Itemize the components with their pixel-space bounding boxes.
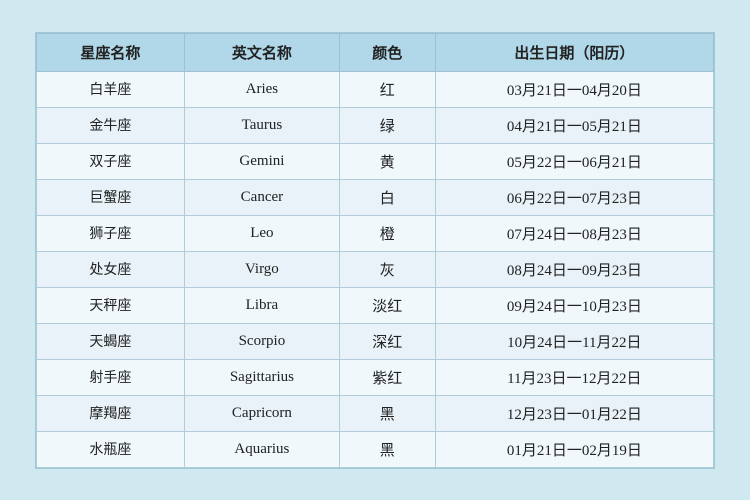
cell-chinese: 处女座 xyxy=(37,251,185,287)
cell-dates: 11月23日一12月22日 xyxy=(435,359,713,395)
cell-chinese: 射手座 xyxy=(37,359,185,395)
table-body: 白羊座Aries红03月21日一04月20日金牛座Taurus绿04月21日一0… xyxy=(37,71,714,467)
table-row: 狮子座Leo橙07月24日一08月23日 xyxy=(37,215,714,251)
table-row: 天秤座Libra淡红09月24日一10月23日 xyxy=(37,287,714,323)
cell-chinese: 水瓶座 xyxy=(37,431,185,467)
cell-english: Sagittarius xyxy=(184,359,339,395)
cell-chinese: 双子座 xyxy=(37,143,185,179)
cell-color: 黑 xyxy=(339,431,435,467)
table-row: 双子座Gemini黄05月22日一06月21日 xyxy=(37,143,714,179)
cell-dates: 09月24日一10月23日 xyxy=(435,287,713,323)
zodiac-table: 星座名称 英文名称 颜色 出生日期（阳历） 白羊座Aries红03月21日一04… xyxy=(36,33,714,468)
table-row: 巨蟹座Cancer白06月22日一07月23日 xyxy=(37,179,714,215)
cell-color: 淡红 xyxy=(339,287,435,323)
cell-dates: 06月22日一07月23日 xyxy=(435,179,713,215)
zodiac-table-container: 星座名称 英文名称 颜色 出生日期（阳历） 白羊座Aries红03月21日一04… xyxy=(35,32,715,469)
cell-dates: 08月24日一09月23日 xyxy=(435,251,713,287)
cell-color: 黄 xyxy=(339,143,435,179)
table-header-row: 星座名称 英文名称 颜色 出生日期（阳历） xyxy=(37,33,714,71)
cell-english: Cancer xyxy=(184,179,339,215)
col-header-english: 英文名称 xyxy=(184,33,339,71)
cell-english: Scorpio xyxy=(184,323,339,359)
cell-dates: 01月21日一02月19日 xyxy=(435,431,713,467)
cell-english: Gemini xyxy=(184,143,339,179)
cell-dates: 10月24日一11月22日 xyxy=(435,323,713,359)
cell-color: 白 xyxy=(339,179,435,215)
cell-color: 深红 xyxy=(339,323,435,359)
cell-dates: 03月21日一04月20日 xyxy=(435,71,713,107)
cell-dates: 04月21日一05月21日 xyxy=(435,107,713,143)
cell-chinese: 白羊座 xyxy=(37,71,185,107)
table-row: 摩羯座Capricorn黑12月23日一01月22日 xyxy=(37,395,714,431)
table-row: 白羊座Aries红03月21日一04月20日 xyxy=(37,71,714,107)
cell-color: 红 xyxy=(339,71,435,107)
cell-color: 绿 xyxy=(339,107,435,143)
cell-dates: 05月22日一06月21日 xyxy=(435,143,713,179)
cell-english: Aries xyxy=(184,71,339,107)
table-row: 金牛座Taurus绿04月21日一05月21日 xyxy=(37,107,714,143)
table-row: 处女座Virgo灰08月24日一09月23日 xyxy=(37,251,714,287)
cell-chinese: 金牛座 xyxy=(37,107,185,143)
table-row: 天蝎座Scorpio深红10月24日一11月22日 xyxy=(37,323,714,359)
col-header-dates: 出生日期（阳历） xyxy=(435,33,713,71)
cell-chinese: 天蝎座 xyxy=(37,323,185,359)
col-header-color: 颜色 xyxy=(339,33,435,71)
table-row: 射手座Sagittarius紫红11月23日一12月22日 xyxy=(37,359,714,395)
cell-english: Leo xyxy=(184,215,339,251)
cell-dates: 12月23日一01月22日 xyxy=(435,395,713,431)
cell-color: 紫红 xyxy=(339,359,435,395)
table-row: 水瓶座Aquarius黑01月21日一02月19日 xyxy=(37,431,714,467)
cell-english: Aquarius xyxy=(184,431,339,467)
cell-chinese: 狮子座 xyxy=(37,215,185,251)
cell-color: 黑 xyxy=(339,395,435,431)
cell-chinese: 摩羯座 xyxy=(37,395,185,431)
cell-english: Capricorn xyxy=(184,395,339,431)
cell-dates: 07月24日一08月23日 xyxy=(435,215,713,251)
cell-color: 灰 xyxy=(339,251,435,287)
cell-chinese: 巨蟹座 xyxy=(37,179,185,215)
cell-english: Taurus xyxy=(184,107,339,143)
cell-english: Virgo xyxy=(184,251,339,287)
cell-english: Libra xyxy=(184,287,339,323)
cell-chinese: 天秤座 xyxy=(37,287,185,323)
cell-color: 橙 xyxy=(339,215,435,251)
col-header-chinese: 星座名称 xyxy=(37,33,185,71)
